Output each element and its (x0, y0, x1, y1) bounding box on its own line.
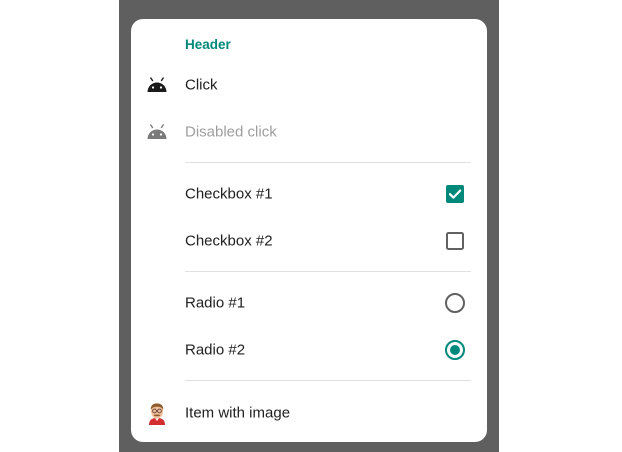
android-icon (145, 73, 169, 97)
android-icon (145, 120, 169, 144)
radio-selected-icon[interactable] (444, 339, 466, 361)
menu-item-with-image[interactable]: Item with image (131, 393, 487, 433)
radio-label: Radio #2 (185, 341, 246, 359)
checkbox-item-2[interactable]: Checkbox #2 (131, 221, 487, 261)
avatar-icon (145, 401, 169, 425)
checkbox-item-1[interactable]: Checkbox #1 (131, 174, 487, 214)
menu-header: Header (185, 37, 231, 52)
radio-item-2[interactable]: Radio #2 (131, 330, 487, 370)
menu-item-label: Disabled click (185, 123, 277, 141)
checkbox-unchecked-icon[interactable] (444, 230, 466, 252)
divider (185, 380, 471, 381)
popup-menu: Header Click Disabled click Checkbox #1 … (131, 19, 487, 442)
checkbox-checked-icon[interactable] (444, 183, 466, 205)
menu-item-label: Click (185, 76, 218, 94)
radio-label: Radio #1 (185, 294, 246, 312)
radio-unselected-icon[interactable] (444, 292, 466, 314)
radio-item-1[interactable]: Radio #1 (131, 283, 487, 323)
checkbox-label: Checkbox #1 (185, 185, 273, 203)
divider (185, 271, 471, 272)
checkbox-label: Checkbox #2 (185, 232, 273, 250)
menu-item-label: Item with image (185, 404, 291, 422)
menu-item-disabled-click: Disabled click (131, 112, 487, 152)
menu-item-click[interactable]: Click (131, 65, 487, 105)
divider (185, 162, 471, 163)
